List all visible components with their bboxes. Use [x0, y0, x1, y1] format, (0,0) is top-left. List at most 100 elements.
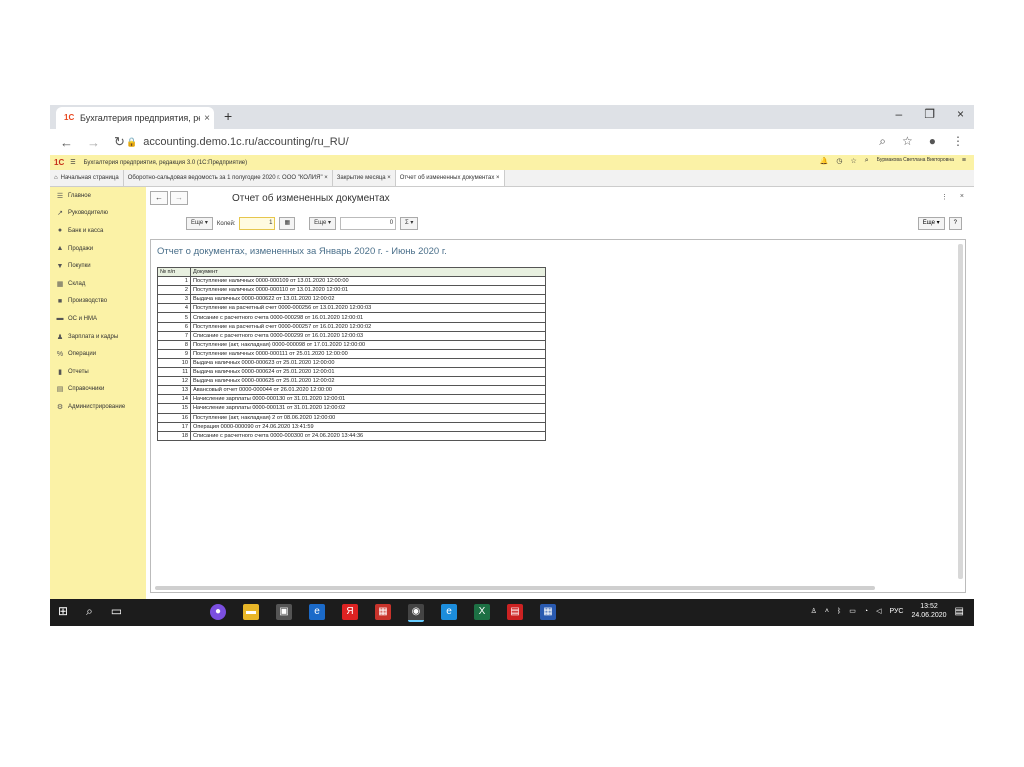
cortana-icon[interactable]: ●: [210, 604, 226, 620]
tab-month-closing[interactable]: Закрытие месяца ×: [333, 170, 396, 186]
url-field[interactable]: 🔒 accounting.demo.1c.ru/accounting/ru_RU…: [126, 132, 866, 152]
search-icon[interactable]: ⌕: [865, 157, 869, 165]
table-row[interactable]: 14 Начисление зарплаты 0000-000130 от 31.…: [157, 394, 546, 405]
sidebar-item-production[interactable]: ■ Производство: [50, 293, 146, 311]
minimize-icon[interactable]: –: [896, 107, 903, 121]
search-icon[interactable]: ⌕: [86, 604, 93, 619]
sidebar-item-main[interactable]: ☰ Главное: [50, 187, 146, 205]
row-document-link[interactable]: Операция 0000-000090 от 24.06.2020 13:41…: [190, 421, 546, 432]
yandex-icon[interactable]: Я: [342, 604, 358, 620]
edge-icon[interactable]: e: [309, 604, 325, 620]
excel-icon[interactable]: X: [474, 604, 490, 620]
profile-icon[interactable]: ●: [929, 134, 936, 149]
row-document-link[interactable]: Поступление наличных 0000-000110 от 13.0…: [190, 285, 546, 296]
row-document-link[interactable]: Списание с расчетного счета 0000-000299 …: [190, 330, 546, 341]
bell-icon[interactable]: 🔔: [820, 157, 829, 165]
row-document-link[interactable]: Выдача наличных 0000-000623 от 25.01.202…: [190, 357, 546, 369]
pdf-icon[interactable]: ▤: [507, 604, 523, 620]
close-window-icon[interactable]: ×: [957, 107, 964, 121]
forward-button[interactable]: →: [170, 191, 188, 205]
table-row[interactable]: 2 Поступление наличных 0000-000110 от 13.…: [157, 285, 546, 296]
tab-turnover-sheet[interactable]: Оборотно-сальдовая ведомость за 1 полуго…: [124, 170, 333, 186]
notifications-icon[interactable]: ▤: [955, 606, 964, 617]
row-document-link[interactable]: Поступление на расчетный счет 0000-00025…: [190, 321, 546, 332]
table-row[interactable]: 7 Списание с расчетного счета 0000-000299…: [157, 330, 546, 341]
table-row[interactable]: 4 Поступление на расчетный счет 0000-0002…: [157, 303, 546, 314]
tab-changed-docs-report[interactable]: Отчет об измененных документах ×: [395, 170, 505, 186]
table-row[interactable]: 10 Выдача наличных 0000-000623 от 25.01.2…: [157, 357, 546, 369]
app-icon[interactable]: ▦: [375, 604, 391, 620]
lang-indicator[interactable]: РУС: [889, 608, 903, 615]
table-row[interactable]: 17 Операция 0000-000090 от 24.06.2020 13:…: [157, 421, 546, 432]
sidebar-item-reports[interactable]: ▮ Отчеты: [50, 363, 146, 381]
sidebar-item-manager[interactable]: ↗ Руководителю: [50, 205, 146, 223]
wifi-icon[interactable]: ◔: [864, 608, 868, 615]
sidebar-item-catalogs[interactable]: ▤ Справочники: [50, 381, 146, 399]
more2-button[interactable]: Еще ▾: [309, 217, 337, 230]
table-row[interactable]: 9 Поступление наличных 0000-000111 от 25.…: [157, 348, 546, 359]
tab-home[interactable]: ⌂ Начальная страница: [50, 170, 124, 186]
browser-tab[interactable]: 1С Бухгалтерия предприятия, реда ×: [56, 107, 214, 129]
forward-arrow-icon[interactable]: →: [87, 135, 100, 150]
vertical-scrollbar[interactable]: [958, 244, 963, 579]
ie-icon[interactable]: e: [441, 604, 457, 620]
row-document-link[interactable]: Списание с расчетного счета 0000-000298 …: [190, 312, 546, 323]
settings-icon[interactable]: ≡: [962, 157, 966, 165]
more-actions-icon[interactable]: ⋮: [941, 193, 948, 201]
more-right-button[interactable]: Еще ▾: [917, 217, 945, 230]
menu-kebab-icon[interactable]: ⋮: [952, 134, 964, 149]
row-document-link[interactable]: Начисление зарплаты 0000-000130 от 31.01…: [190, 394, 546, 405]
back-button[interactable]: ←: [150, 191, 168, 205]
bookmark-star-icon[interactable]: ☆: [902, 134, 913, 149]
zoom-icon[interactable]: ⌕: [879, 134, 886, 149]
task-view-icon[interactable]: ▭: [111, 604, 122, 619]
user-name[interactable]: Бурмакова Светлана Викторовна: [877, 157, 954, 165]
sidebar-item-purchases[interactable]: ▼ Покупки: [50, 257, 146, 275]
table-row[interactable]: 5 Списание с расчетного счета 0000-000298…: [157, 312, 546, 323]
sidebar-item-warehouse[interactable]: ▦ Склад: [50, 275, 146, 293]
row-document-link[interactable]: Списание с расчетного счета 0000-000300 …: [190, 430, 546, 441]
sidebar-item-bank[interactable]: ● Банк и касса: [50, 222, 146, 240]
close-tab-icon[interactable]: ×: [200, 113, 214, 124]
table-row[interactable]: 18 Списание с расчетного счета 0000-00030…: [157, 430, 546, 441]
clock[interactable]: 13:52 24.06.2020: [912, 602, 947, 620]
table-row[interactable]: 3 Выдача наличных 0000-000622 от 13.01.20…: [157, 294, 546, 305]
favorites-icon[interactable]: ☆: [851, 157, 857, 165]
table-row[interactable]: 16 Поступление (акт, накладная) 2 от 08.0…: [157, 412, 546, 423]
table-row[interactable]: 11 Выдача наличных 0000-000624 от 25.01.2…: [157, 367, 546, 378]
row-document-link[interactable]: Выдача наличных 0000-000625 от 25.01.202…: [190, 376, 546, 387]
app2-icon[interactable]: ▦: [540, 604, 556, 620]
sidebar-item-admin[interactable]: ⚙ Администрирование: [50, 398, 146, 416]
table-row[interactable]: 13 Авансовый отчет 0000-000044 от 26.01.2…: [157, 385, 546, 396]
sum-button[interactable]: Σ ▾: [400, 217, 419, 230]
row-document-link[interactable]: Поступление наличных 0000-000111 от 25.0…: [190, 348, 546, 359]
row-document-link[interactable]: Начисление зарплаты 0000-000131 от 31.01…: [190, 403, 546, 414]
history-icon[interactable]: ◷: [836, 157, 842, 165]
table-row[interactable]: 8 Поступление (акт, накладная) 0000-00009…: [157, 339, 546, 350]
chrome-icon[interactable]: ◉: [408, 604, 424, 622]
calculator-icon[interactable]: ▦: [279, 217, 296, 230]
store-icon[interactable]: ▣: [276, 604, 292, 620]
people-icon[interactable]: ♙: [811, 607, 817, 615]
table-row[interactable]: 6 Поступление на расчетный счет 0000-0002…: [157, 321, 546, 332]
sidebar-item-assets[interactable]: ▬ ОС и НМА: [50, 310, 146, 328]
sidebar-item-sales[interactable]: ▲ Продажи: [50, 240, 146, 258]
table-row[interactable]: 12 Выдача наличных 0000-000625 от 25.01.2…: [157, 376, 546, 387]
row-document-link[interactable]: Поступление (акт, накладная) 0000-000098…: [190, 339, 546, 350]
close-form-icon[interactable]: ×: [960, 193, 964, 201]
windows-start-icon[interactable]: ⊞: [58, 604, 68, 619]
sidebar-item-operations[interactable]: % Операции: [50, 345, 146, 363]
help-button[interactable]: ?: [948, 217, 962, 230]
file-explorer-icon[interactable]: ▬: [243, 604, 259, 620]
table-row[interactable]: 1 Поступление наличных 0000-000109 от 13.…: [157, 276, 546, 287]
more-button[interactable]: Еще ▾: [186, 217, 213, 230]
row-document-link[interactable]: Поступление (акт, накладная) 2 от 08.06.…: [190, 412, 546, 423]
bluetooth-icon[interactable]: ᛒ: [837, 608, 841, 615]
sum-input[interactable]: 0: [340, 217, 397, 230]
back-arrow-icon[interactable]: ←: [60, 135, 73, 150]
restore-icon[interactable]: ❐: [924, 107, 935, 121]
menu-icon[interactable]: ☰: [70, 159, 75, 166]
row-document-link[interactable]: Поступление наличных 0000-000109 от 13.0…: [190, 276, 546, 287]
new-tab-icon[interactable]: +: [224, 108, 232, 124]
horizontal-scrollbar[interactable]: [155, 586, 875, 590]
